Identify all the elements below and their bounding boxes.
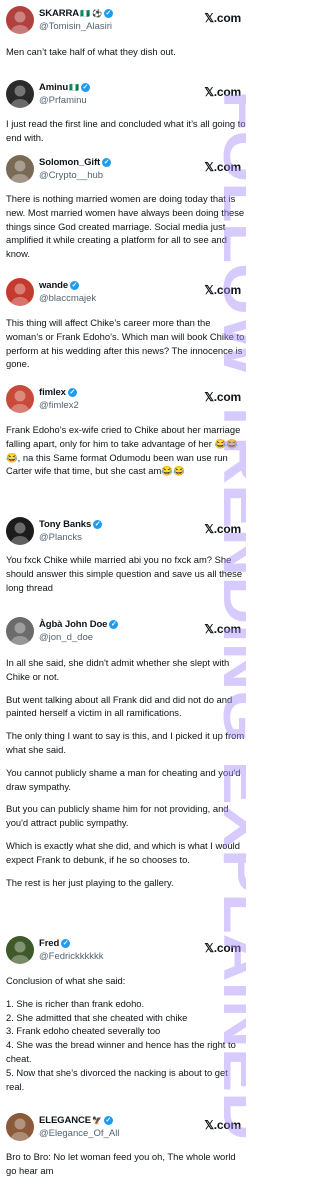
author-name-text[interactable]: Àgbà John Doe xyxy=(39,619,107,630)
author-name-text[interactable]: Tony Banks xyxy=(39,519,91,530)
author-name[interactable]: SKARRA🇳🇬 ⚽ ✓ xyxy=(39,8,113,19)
avatar[interactable] xyxy=(6,278,34,306)
author-name[interactable]: fimlex ✓ xyxy=(39,387,77,398)
tweet-text: Conclusion of what she said: 1. She is ri… xyxy=(6,974,246,1102)
author-name-text[interactable]: SKARRA xyxy=(39,8,79,19)
author-handle[interactable]: @Elegance_Of_All xyxy=(39,1128,119,1139)
tweet-text: There is nothing married women are doing… xyxy=(6,192,246,270)
tweet-paragraph: I just read the first line and concluded… xyxy=(6,118,246,143)
tweet-text: You fxck Chike while married abi you no … xyxy=(6,553,246,603)
verified-badge-icon: ✓ xyxy=(102,157,112,167)
x-logo-icon[interactable]: 𝕏.com xyxy=(204,941,241,955)
avatar[interactable] xyxy=(6,385,34,413)
author-name-text[interactable]: Solomon_Gift xyxy=(39,157,100,168)
tweet-paragraph: Men can’t take half of what they dish ou… xyxy=(6,46,176,57)
author-name[interactable]: wande ✓ xyxy=(39,280,80,291)
author-handle[interactable]: @Fedrickkkkkk xyxy=(39,951,104,962)
author-name-text[interactable]: ELEGANCE xyxy=(39,1115,91,1126)
name-emoji: 🇳🇬 xyxy=(69,82,79,92)
verified-badge-icon: ✓ xyxy=(103,1115,113,1125)
x-logo-icon[interactable]: 𝕏.com xyxy=(204,160,241,174)
x-logo-icon[interactable]: 𝕏.com xyxy=(204,1118,241,1132)
author-name[interactable]: Aminu🇳🇬 ✓ xyxy=(39,82,90,93)
author-name-text[interactable]: Fred xyxy=(39,938,59,949)
x-logo-icon[interactable]: 𝕏.com xyxy=(204,11,241,25)
author-name[interactable]: Solomon_Gift ✓ xyxy=(39,157,112,168)
avatar[interactable] xyxy=(6,1113,34,1141)
verified-badge-icon: ✓ xyxy=(80,82,90,92)
tweet-paragraph: Conclusion of what she said: xyxy=(6,975,126,986)
author-handle[interactable]: @Plancks xyxy=(39,532,82,543)
avatar[interactable] xyxy=(6,155,34,183)
tweet-text: This thing will affect Chike’s career mo… xyxy=(6,316,246,380)
author-name-text[interactable]: wande xyxy=(39,280,68,291)
avatar[interactable] xyxy=(6,517,34,545)
verified-badge-icon: ✓ xyxy=(103,8,113,18)
verified-badge-icon: ✓ xyxy=(67,387,77,397)
x-logo-icon[interactable]: 𝕏.com xyxy=(204,85,241,99)
tweet-paragraph: Frank Edoho’s ex-wife cried to Chike abo… xyxy=(6,424,241,477)
x-logo-icon[interactable]: 𝕏.com xyxy=(204,390,241,404)
tweet-text: In all she said, she didn't admit whethe… xyxy=(6,656,246,898)
author-name-text[interactable]: fimlex xyxy=(39,387,66,398)
x-logo-icon[interactable]: 𝕏.com xyxy=(204,283,241,297)
verified-badge-icon: ✓ xyxy=(109,619,119,629)
author-handle[interactable]: @Crypto__hub xyxy=(39,170,103,181)
author-handle[interactable]: @Tomisin_Alasiri xyxy=(39,21,112,32)
avatar[interactable] xyxy=(6,617,34,645)
tweet-paragraph: 1. She is richer than frank edoho. 2. Sh… xyxy=(6,997,236,1092)
author-name-text[interactable]: Aminu xyxy=(39,82,68,93)
tweet-paragraph: But you can publicly shame him for not p… xyxy=(6,803,229,829)
tweet-paragraph: You fxck Chike while married abi you no … xyxy=(6,554,243,593)
name-emoji: 🦅 xyxy=(91,1115,102,1125)
tweet-text: Men can’t take half of what they dish ou… xyxy=(6,45,246,68)
tweet-paragraph: There is nothing married women are doing… xyxy=(6,193,245,260)
name-emoji: 🇳🇬 ⚽ xyxy=(80,8,102,18)
author-name[interactable]: Fred ✓ xyxy=(39,938,71,949)
author-handle[interactable]: @jon_d_doe xyxy=(39,632,93,643)
tweet-text: Bro to Bro: No let woman feed you oh, Th… xyxy=(6,1150,246,1187)
avatar[interactable] xyxy=(6,6,34,34)
tweet-paragraph: Which is exactly what she did, and which… xyxy=(6,839,240,865)
author-handle[interactable]: @blaccmajek xyxy=(39,293,96,304)
avatar[interactable] xyxy=(6,80,34,108)
author-name[interactable]: Tony Banks ✓ xyxy=(39,519,103,530)
author-handle[interactable]: @fimlex2 xyxy=(39,400,79,411)
author-handle[interactable]: @Prfaminu xyxy=(39,95,87,106)
tweet-paragraph: This thing will affect Chike’s career mo… xyxy=(6,317,245,370)
tweet-paragraph: The rest is her just playing to the gall… xyxy=(6,876,174,888)
tweet-paragraph: Bro to Bro: No let woman feed you oh, Th… xyxy=(6,1151,236,1176)
tweet-text: I just read the first line and concluded… xyxy=(6,117,246,154)
tweet-paragraph: You cannot publicly shame a man for chea… xyxy=(6,766,241,792)
verified-badge-icon: ✓ xyxy=(70,280,80,290)
x-logo-icon[interactable]: 𝕏.com xyxy=(204,522,241,536)
tweet-paragraph: The only thing I want to say is this, an… xyxy=(6,730,245,755)
author-name[interactable]: Àgbà John Doe ✓ xyxy=(39,619,119,630)
tweet-paragraph: But went talking about all Frank did and… xyxy=(6,693,233,719)
verified-badge-icon: ✓ xyxy=(93,519,103,529)
x-logo-icon[interactable]: 𝕏.com xyxy=(204,622,241,636)
avatar[interactable] xyxy=(6,936,34,964)
tweet-paragraph: In all she said, she didn't admit whethe… xyxy=(6,657,230,682)
author-name[interactable]: ELEGANCE🦅 ✓ xyxy=(39,1115,113,1126)
tweet-text: Frank Edoho’s ex-wife cried to Chike abo… xyxy=(6,423,246,487)
verified-badge-icon: ✓ xyxy=(61,938,71,948)
